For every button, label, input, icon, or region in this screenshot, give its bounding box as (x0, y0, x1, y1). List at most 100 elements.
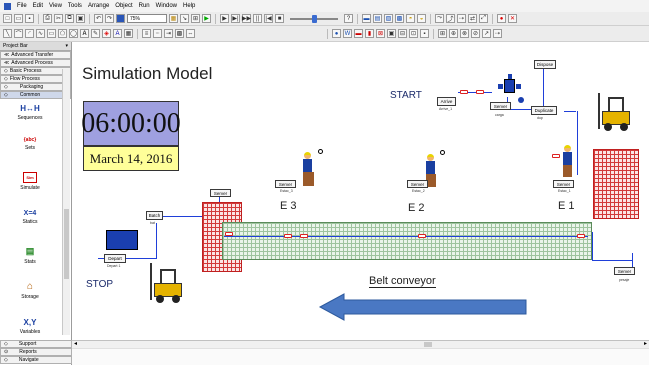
layers-icon[interactable]: ▦ (169, 14, 178, 23)
arrive-module[interactable]: Arrive (437, 97, 456, 106)
fill-color-icon[interactable]: ◈ (102, 29, 111, 38)
route-icon[interactable]: ⤳ (435, 14, 444, 23)
global-var-icon[interactable]: ▣ (387, 29, 396, 38)
zoom-select[interactable]: 75% (127, 14, 167, 23)
queue-icon[interactable]: ▬ (362, 14, 371, 23)
promote-path-icon[interactable]: ↗ (482, 29, 491, 38)
menu-view[interactable]: View (49, 3, 62, 9)
stop-record-icon[interactable]: ● (497, 14, 506, 23)
line-icon[interactable]: ╲ (3, 29, 12, 38)
undo-icon[interactable]: ↶ (94, 14, 103, 23)
menu-object[interactable]: Object (115, 3, 132, 9)
arc-icon[interactable]: ◜ (25, 29, 34, 38)
module-sequences[interactable]: H↔H Sequences (0, 104, 60, 121)
network-link-icon[interactable]: ⊘ (471, 29, 480, 38)
scrollbar-thumb[interactable] (64, 209, 69, 279)
speed-slider[interactable] (290, 14, 338, 23)
text-icon[interactable]: A (80, 29, 89, 38)
clock-icon[interactable]: ● (332, 29, 341, 38)
plot-icon[interactable]: ⊠ (376, 29, 385, 38)
scroll-left-icon[interactable]: ◂ (74, 340, 77, 347)
line-color-icon[interactable]: ✎ (91, 29, 100, 38)
polygon-icon[interactable]: ⬠ (58, 29, 67, 38)
open-icon[interactable]: ▭ (14, 14, 23, 23)
path-icon[interactable]: ⊕ (449, 29, 458, 38)
intersection-icon[interactable]: ⊗ (460, 29, 469, 38)
histogram-icon[interactable]: ▮ (365, 29, 374, 38)
duplicate-module[interactable]: Duplicate (531, 106, 557, 115)
pause-icon[interactable]: || (253, 14, 262, 23)
panel-advanced-process[interactable]: ≪ Advanced Process (0, 59, 71, 67)
animate-icon[interactable]: ▶ (202, 14, 211, 23)
segment-icon[interactable]: ⤴ (446, 14, 455, 23)
menu-help[interactable]: Help (183, 3, 195, 9)
transporter-icon[interactable]: ◓ (406, 14, 415, 23)
depart-module[interactable]: Depart (104, 254, 126, 263)
connect-icon[interactable]: ↘ (180, 14, 189, 23)
model-canvas[interactable]: Simulation Model 06:00:00 March 14, 2016… (72, 42, 649, 340)
batch-module[interactable]: Batch (146, 211, 163, 220)
panel-navigate[interactable]: ◇ Navigate (0, 356, 72, 364)
module-statics[interactable]: X=4 Statics (0, 210, 60, 225)
level-icon[interactable]: ▬ (354, 29, 363, 38)
scroll-right-icon[interactable]: ▸ (644, 340, 647, 347)
menu-window[interactable]: Window (156, 3, 177, 9)
storage-animate-icon[interactable]: ⊟ (398, 29, 407, 38)
server-module-e2[interactable]: Server (407, 180, 428, 188)
cut-icon[interactable]: ✂ (54, 14, 63, 23)
transfer-icon[interactable]: ⊞ (438, 29, 447, 38)
resource-icon[interactable]: ▤ (373, 14, 382, 23)
server-module-e3[interactable]: Server (275, 180, 296, 188)
line-width-icon[interactable]: ≡ (142, 29, 151, 38)
menu-run[interactable]: Run (139, 3, 150, 9)
print-icon[interactable]: ⎙ (43, 14, 52, 23)
network-icon[interactable]: ⇄ (468, 14, 477, 23)
menu-arrange[interactable]: Arrange (88, 3, 109, 9)
panel-flow-process[interactable]: ◇ Flow Process (0, 75, 71, 83)
ellipse-icon[interactable]: ◯ (69, 29, 78, 38)
close-x-icon[interactable]: ✕ (508, 14, 517, 23)
panel-advanced-transfer[interactable]: ≪ Advanced Transfer (0, 51, 71, 59)
pin-icon[interactable]: ▾ (65, 43, 68, 49)
panel-basic-process[interactable]: ◇ Basic Process (0, 67, 71, 75)
show-dimensions-icon[interactable]: ⇔ (186, 29, 195, 38)
panel-packaging[interactable]: ◇ Packaging (0, 83, 71, 91)
step-icon[interactable]: ▶| (231, 14, 240, 23)
fast-forward-icon[interactable]: ▶▶ (242, 14, 251, 23)
background-color-icon[interactable]: ▦ (124, 29, 133, 38)
module-stats[interactable]: ▤ Stats (0, 246, 60, 265)
dispose-module[interactable]: Dispose (534, 60, 556, 69)
copy-icon[interactable]: ⧉ (65, 14, 74, 23)
module-variables[interactable]: X,Y Variables (0, 318, 60, 335)
whats-this-icon[interactable]: ? (344, 14, 353, 23)
box-icon[interactable]: ▭ (47, 29, 56, 38)
menu-tools[interactable]: Tools (68, 3, 82, 9)
paste-icon[interactable]: ▣ (76, 14, 85, 23)
fill-pattern-icon[interactable]: ▩ (175, 29, 184, 38)
panel-scrollbar[interactable] (62, 69, 70, 335)
variable-icon[interactable]: ▧ (384, 14, 393, 23)
parking-icon[interactable]: ▪ (420, 29, 429, 38)
end-icon[interactable]: ■ (275, 14, 284, 23)
polyline-icon[interactable]: ⌒ (14, 29, 23, 38)
submodel-icon[interactable]: ⊞ (191, 14, 200, 23)
start-over-icon[interactable]: |◀ (264, 14, 273, 23)
save-icon[interactable]: ▪ (25, 14, 34, 23)
arrow-style-icon[interactable]: ⇥ (164, 29, 173, 38)
promote-icon[interactable]: ⤢ (479, 14, 488, 23)
scrollbar-thumb[interactable] (424, 342, 432, 347)
server-module-left[interactable]: Server (210, 189, 231, 197)
seize-icon[interactable]: ⊡ (409, 29, 418, 38)
server-module-e1[interactable]: Server (553, 180, 574, 188)
panel-common[interactable]: ◇ Common (0, 91, 71, 99)
module-storage[interactable]: ⌂ Storage (0, 281, 60, 300)
station-icon[interactable]: ◒ (417, 14, 426, 23)
distance-icon[interactable]: ⇢ (457, 14, 466, 23)
new-icon[interactable]: □ (3, 14, 12, 23)
server-module-right[interactable]: Server (614, 267, 635, 275)
date-icon[interactable]: W (343, 29, 352, 38)
line-style-icon[interactable]: ┄ (153, 29, 162, 38)
speed-slider-thumb[interactable] (312, 14, 317, 23)
server-module-top[interactable]: Server (490, 102, 511, 110)
menu-file[interactable]: File (17, 3, 27, 9)
